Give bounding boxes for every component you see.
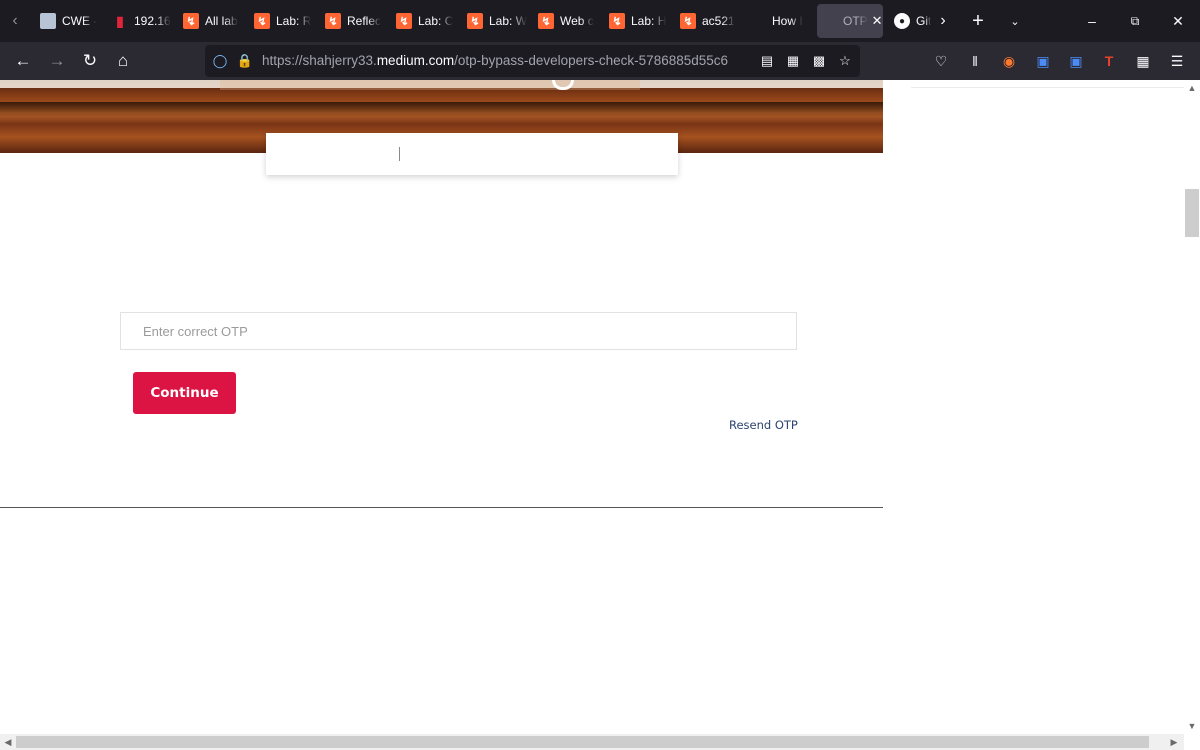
list-all-tabs-icon[interactable]: ⌄ [993,0,1037,42]
tab-label: Reflec [347,14,382,28]
portswigger-icon: ↯ [538,13,554,29]
minimize-icon[interactable]: – [1070,0,1114,42]
tab-how-i[interactable]: How I [764,4,814,38]
sidebar-strip [911,80,1184,88]
scroll-left-icon[interactable]: ◀ [0,734,16,750]
qr-code-icon[interactable]: ▩ [809,51,829,71]
tab-label: Lab: W [489,14,527,28]
restore-icon[interactable]: ⧉ [1113,0,1157,42]
overlay-input-card[interactable] [266,133,678,175]
tab-label: OTP [843,14,868,28]
reader-view-icon[interactable]: ▤ [757,51,777,71]
tab-ac521[interactable]: ↯ ac521 [672,4,740,38]
portswigger-icon: ↯ [609,13,625,29]
horizontal-scrollbar[interactable]: ◀ ▶ [0,734,1184,750]
scroll-right-icon[interactable]: ▶ [1166,734,1182,750]
tab-label: How I [772,14,803,28]
portswigger-icon: ↯ [680,13,696,29]
tab-all-labs[interactable]: ↯ All lab [175,4,243,38]
portswigger-icon: ↯ [183,13,199,29]
portswigger-icon: ↯ [254,13,270,29]
lock-icon[interactable]: 🔒 [235,51,255,71]
close-window-icon[interactable]: ✕ [1156,0,1200,42]
tab-label: Web c [560,14,594,28]
tab-label: CWE - [62,14,98,28]
portswigger-icon: ↯ [325,13,341,29]
tab-label: 192.16 [134,14,171,28]
tab-cwe[interactable]: CWE - [32,4,100,38]
extension-translate-icon[interactable]: ▣ [1033,51,1053,71]
extension-cookie-icon[interactable]: ◉ [999,51,1019,71]
text-caret [399,147,400,161]
pocket-icon[interactable]: ♡ [931,51,951,71]
tab-192[interactable]: ▮ 192.16 [104,4,172,38]
tab-bar: ‹ CWE - ▮ 192.16 ↯ All lab ↯ Lab: R ↯ Re… [0,0,1200,42]
tab-web-c[interactable]: ↯ Web c [530,4,598,38]
tab-lab-r[interactable]: ↯ Lab: R [246,4,314,38]
tab-label: ac521 [702,14,735,28]
navigation-toolbar: ← → ↻ ⌂ ◯ 🔒 https://shahjerry33.medium.c… [0,42,1200,80]
tab-lab-c[interactable]: ↯ Lab: C [388,4,456,38]
url-bar[interactable]: ◯ 🔒 https://shahjerry33.medium.com/otp-b… [205,45,860,77]
tab-label: Lab: R [276,14,312,28]
cwe-favicon-icon [40,13,56,29]
close-tab-icon[interactable]: ✕ [872,13,883,29]
vertical-scroll-thumb[interactable] [1185,189,1199,237]
tab-scroll-left-icon[interactable]: ‹ [0,0,30,42]
menu-hamburger-icon[interactable]: ☰ [1167,51,1187,71]
tab-lab-h[interactable]: ↯ Lab: H [601,4,669,38]
reload-icon[interactable]: ↻ [75,46,105,76]
thermometer-icon: ▮ [116,12,124,29]
resend-otp-link[interactable]: Resend OTP [729,418,798,432]
portswigger-icon: ↯ [396,13,412,29]
tab-otp-active[interactable]: OTP ✕ [817,4,883,38]
library-icon[interactable]: ‖ [965,51,985,71]
portswigger-icon: ↯ [467,13,483,29]
bookmark-star-icon[interactable]: ☆ [835,51,855,71]
page-content: Continue Resend OTP ▲ ▼ ◀ ▶ [0,80,1200,750]
tab-reflected[interactable]: ↯ Reflec [317,4,385,38]
extension-translate-alt-icon[interactable]: ▣ [1066,51,1086,71]
tab-scroll-right-icon[interactable]: › [928,0,958,42]
extensions-icon[interactable]: ▦ [1133,51,1153,71]
tab-label: Lab: H [631,14,667,28]
scroll-up-icon[interactable]: ▲ [1184,80,1200,96]
back-icon[interactable]: ← [8,46,38,76]
url-path: /otp-bypass-developers-check-5786885d55c… [454,53,729,68]
tab-label: All lab [205,14,238,28]
scroll-down-icon[interactable]: ▼ [1184,718,1200,734]
otp-input[interactable] [120,312,797,350]
continue-button[interactable]: Continue [133,372,236,414]
tracking-protection-shield-icon[interactable]: ◯ [210,51,230,71]
extension-t-icon[interactable]: T [1099,51,1119,71]
url-host: medium.com [376,53,455,68]
tab-label: Lab: C [418,14,454,28]
tab-lab-w[interactable]: ↯ Lab: W [459,4,527,38]
hero-glow [220,80,640,90]
horizontal-scroll-thumb[interactable] [16,736,1149,748]
github-icon: ● [894,13,910,29]
section-divider [0,507,883,508]
vertical-scrollbar[interactable]: ▲ ▼ [1184,80,1200,750]
translate-icon[interactable]: ▦ [783,51,803,71]
forward-icon[interactable]: → [42,46,72,76]
url-prefix: https://shahjerry33. [262,53,377,68]
home-icon[interactable]: ⌂ [108,46,138,76]
url-text[interactable]: https://shahjerry33.medium.com/otp-bypas… [262,53,728,68]
tab-github[interactable]: ● Git [886,4,934,38]
hero-horizon [0,102,883,116]
